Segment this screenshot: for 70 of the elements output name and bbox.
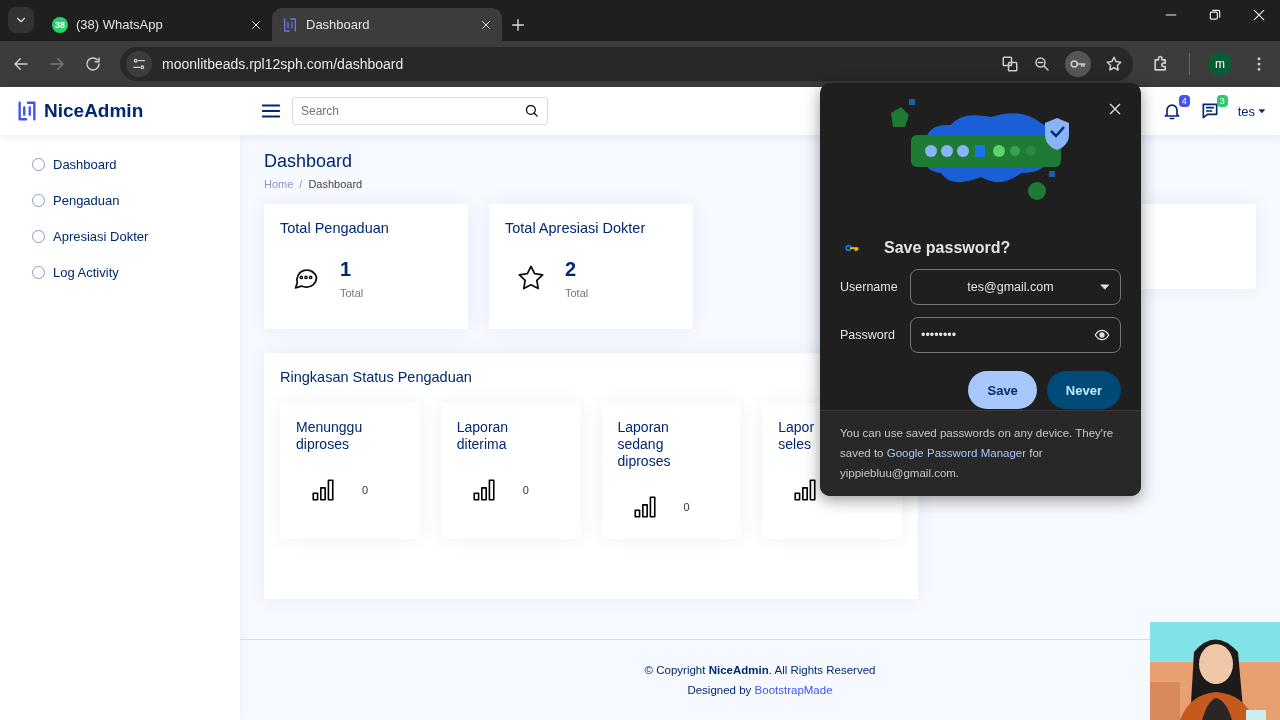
profile-avatar[interactable]: m — [1208, 52, 1232, 76]
field-label: Password — [840, 328, 896, 342]
card-title: Total Apresiasi Dokter — [505, 220, 647, 236]
close-icon[interactable] — [1252, 7, 1266, 22]
favicon-badge: 38 — [52, 16, 68, 33]
close-icon[interactable] — [480, 18, 492, 31]
user-menu[interactable]: tes — [1237, 103, 1266, 119]
address-bar[interactable]: moonlitbeads.rpl12sph.com/dashboard — [120, 47, 1133, 81]
dialog-title: Save password? — [884, 239, 1011, 257]
sidebar-item[interactable]: Apresiasi Dokter — [28, 227, 240, 246]
breadcrumb-separator: / — [299, 178, 303, 190]
plus-icon[interactable] — [510, 17, 526, 33]
status-count: 0 — [683, 501, 690, 513]
stat-caption: Total — [565, 287, 589, 299]
tab-list-button[interactable] — [8, 7, 34, 33]
password-field[interactable]: •••••••• — [910, 317, 1121, 353]
close-icon[interactable] — [250, 18, 262, 31]
app-logo-icon — [282, 16, 298, 33]
status-count: 0 — [362, 484, 369, 496]
card-title: Ringkasan Status Pengaduan — [280, 369, 473, 385]
bar-chart-icon — [792, 477, 819, 503]
forward-icon[interactable] — [48, 55, 66, 73]
star-icon[interactable] — [1105, 55, 1123, 73]
status-count: 0 — [522, 484, 529, 496]
star-icon — [517, 264, 545, 292]
never-button[interactable]: Never — [1046, 371, 1121, 409]
stat-value: 1 — [340, 258, 353, 281]
translate-icon[interactable] — [1001, 55, 1019, 73]
status-label: Laporan diterima — [456, 419, 509, 453]
save-button[interactable]: Save — [968, 371, 1037, 409]
bar-chart-icon — [470, 477, 497, 503]
breadcrumb-item: Dashboard — [308, 178, 363, 190]
brand-name: NiceAdmin — [44, 100, 144, 122]
status-label: Lapor seles — [778, 419, 815, 453]
sidebar-item[interactable]: Pengaduan — [28, 191, 240, 210]
close-icon — [1107, 101, 1123, 117]
close-button[interactable] — [1107, 101, 1123, 117]
copyright-text: © Copyright NiceAdmin. All Rights Reserved — [644, 664, 876, 676]
browser-tab[interactable]: 38 (38) WhatsApp — [42, 8, 272, 41]
zoom-out-icon[interactable] — [1033, 55, 1051, 73]
card-title: Total Pengaduan — [280, 220, 390, 236]
dropdown-caret-icon — [1100, 282, 1110, 292]
stat-value: 2 — [565, 258, 578, 281]
designer-link[interactable]: BootstrapMade — [754, 684, 833, 696]
username-field[interactable]: tes@gmail.com — [910, 269, 1121, 305]
back-icon[interactable] — [12, 55, 30, 73]
dialog-note: You can use saved passwords on any device. They're saved to Google Password Manager for yippiebluu@gmail.com. — [820, 410, 1141, 496]
status-label: Menunggu diproses — [296, 419, 363, 453]
password-manager-link[interactable]: Google Password Manager — [886, 447, 1027, 459]
key-icon[interactable] — [1065, 51, 1091, 77]
eye-icon[interactable] — [1094, 327, 1110, 343]
notification-badge: 4 — [1178, 95, 1190, 107]
sidebar-item[interactable]: Log Activity — [28, 263, 240, 282]
bar-chart-icon — [310, 477, 336, 503]
browser-tab[interactable]: Dashboard — [272, 8, 502, 41]
caret-icon — [1258, 107, 1266, 115]
sidebar-item[interactable]: Dashboard — [28, 155, 240, 174]
tune-icon[interactable] — [131, 56, 147, 72]
restore-icon[interactable] — [1208, 7, 1222, 22]
bar-chart-icon — [631, 494, 658, 520]
page-title: Dashboard — [264, 151, 354, 172]
search-field[interactable]: Search — [292, 97, 548, 125]
field-label: Username — [840, 280, 899, 294]
status-label: Laporan sedang diproses — [617, 419, 671, 470]
search-icon[interactable] — [524, 103, 539, 118]
logo-icon — [16, 100, 38, 122]
stat-caption: Total — [340, 287, 364, 299]
message-badge: 3 — [1216, 95, 1228, 107]
credit-text: Designed by — [687, 684, 752, 696]
reload-icon[interactable] — [84, 55, 102, 73]
